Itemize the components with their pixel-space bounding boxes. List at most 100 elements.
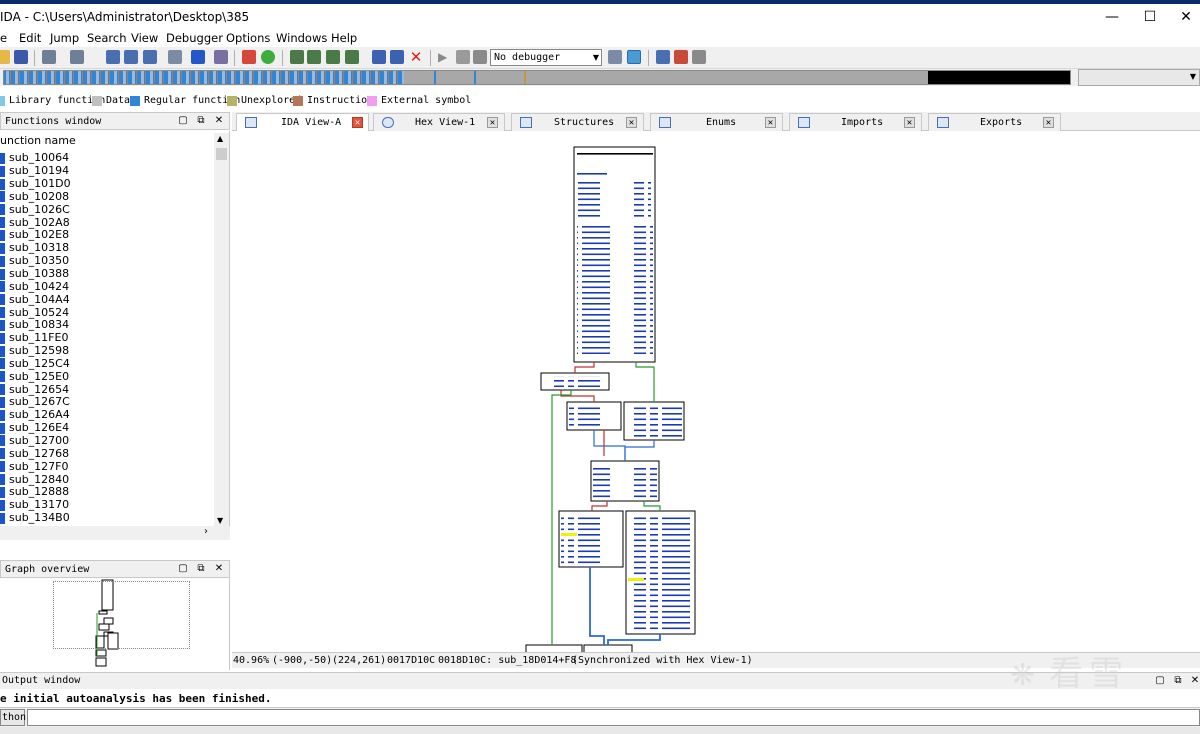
scroll-down-icon[interactable]: ▼ [217, 516, 223, 525]
tab-close-icon[interactable]: ✕ [487, 117, 498, 128]
tab-exports[interactable]: Exports ✕ [928, 113, 1061, 131]
find-binary-icon[interactable] [143, 50, 157, 64]
function-item[interactable]: sub_10388 [0, 268, 214, 281]
tab-close-icon[interactable]: ✕ [352, 117, 363, 128]
function-item[interactable]: sub_10834 [0, 319, 214, 332]
remove-icon[interactable] [372, 50, 386, 64]
step-icon[interactable] [608, 50, 622, 64]
graph-node[interactable] [583, 644, 633, 652]
function-item[interactable]: sub_127F0 [0, 460, 214, 473]
function-item[interactable]: sub_104A4 [0, 293, 214, 306]
back-arrow-icon[interactable] [42, 50, 56, 64]
graph-node[interactable] [573, 146, 656, 363]
python-language-button[interactable]: thon [0, 709, 26, 726]
menu-windows[interactable]: Windows [276, 31, 327, 45]
tab-hex-view-1[interactable]: Hex View-1 ✕ [373, 113, 505, 131]
scroll-up-icon[interactable]: ▲ [217, 134, 223, 143]
breakpoint-icon[interactable] [656, 50, 670, 64]
menu-view[interactable]: View [131, 31, 158, 45]
function-item[interactable]: sub_10194 [0, 165, 214, 178]
function-item[interactable]: sub_12768 [0, 447, 214, 460]
pause-icon[interactable] [456, 50, 470, 64]
forward-arrow-icon[interactable] [70, 50, 84, 64]
function-item[interactable]: sub_125E0 [0, 370, 214, 383]
settings-icon[interactable] [692, 50, 706, 64]
graph-node[interactable] [558, 510, 624, 568]
scrollbar-thumb[interactable] [216, 148, 227, 160]
function-item[interactable]: sub_11FE0 [0, 332, 214, 345]
tab-structures[interactable]: Structures ✕ [511, 113, 644, 131]
panel-float-icon[interactable]: ⧉ [195, 563, 207, 575]
function-item[interactable]: sub_1267C [0, 396, 214, 409]
tab-enums[interactable]: Enums ✕ [650, 113, 783, 131]
menu-options[interactable]: Options [226, 31, 270, 45]
function-item[interactable]: sub_12598 [0, 345, 214, 358]
function-item[interactable]: sub_12840 [0, 473, 214, 486]
function-item[interactable]: sub_126E4 [0, 422, 214, 435]
graph-node[interactable] [623, 401, 685, 441]
panel-close-icon[interactable]: ✕ [213, 115, 225, 127]
function-list-scrollbar[interactable]: ▲ ▼ [214, 133, 229, 526]
find-text-icon[interactable] [124, 50, 138, 64]
close-button[interactable]: ✕ [1166, 7, 1200, 27]
maximize-button[interactable]: ☐ [1130, 7, 1170, 27]
menu-help[interactable]: Help [331, 31, 357, 45]
menu-jump[interactable]: Jump [50, 31, 79, 45]
function-item[interactable]: sub_10424 [0, 280, 214, 293]
function-item[interactable]: sub_125C4 [0, 357, 214, 371]
green-circle-icon[interactable] [261, 50, 275, 64]
function-item[interactable]: sub_1026C [0, 203, 214, 216]
trace-icon[interactable] [627, 50, 641, 64]
tab-close-icon[interactable]: ✕ [904, 117, 915, 128]
find-icon[interactable] [106, 50, 120, 64]
graph-edit-icon[interactable] [326, 50, 340, 64]
search-arrow-icon[interactable] [214, 50, 228, 64]
graph-icon[interactable] [290, 50, 304, 64]
panel-close-icon[interactable]: ✕ [213, 563, 225, 575]
graph-node[interactable] [540, 372, 610, 391]
function-item[interactable]: sub_10064 [0, 152, 214, 165]
delete-red-x-icon[interactable]: ✕ [409, 50, 423, 65]
function-item[interactable]: sub_10524 [0, 306, 214, 319]
graph-node[interactable] [566, 401, 622, 431]
menu-debugger[interactable]: Debugger [166, 31, 223, 45]
function-item[interactable]: sub_13170 [0, 499, 214, 512]
function-item[interactable]: sub_102A8 [0, 216, 214, 229]
menu-file[interactable]: e [0, 31, 7, 45]
chart-icon[interactable] [242, 50, 256, 64]
function-list-hscrollbar[interactable]: › [0, 526, 230, 540]
graph-save-icon[interactable] [390, 50, 404, 64]
debugger-select[interactable]: No debugger ▼ [490, 49, 602, 66]
add-node-icon[interactable] [307, 50, 321, 64]
function-item[interactable]: sub_10318 [0, 242, 214, 255]
hex-icon[interactable] [168, 50, 182, 64]
function-item[interactable]: sub_12654 [0, 383, 214, 396]
graph-layout-icon[interactable] [345, 50, 359, 64]
graph-node[interactable] [590, 460, 660, 502]
menu-search[interactable]: Search [87, 31, 127, 45]
function-item[interactable]: sub_12700 [0, 434, 214, 448]
function-item[interactable]: sub_102E8 [0, 229, 214, 242]
minimize-button[interactable]: — [1092, 7, 1132, 27]
function-item[interactable]: sub_126A4 [0, 409, 214, 422]
navigation-bar[interactable] [3, 70, 1071, 85]
tab-close-icon[interactable]: ✕ [765, 117, 776, 128]
tab-imports[interactable]: Imports ✕ [789, 113, 922, 131]
tab-ida-view-a[interactable]: IDA View-A ✕ [236, 113, 369, 131]
open-icon[interactable] [0, 50, 10, 64]
function-item[interactable]: sub_12888 [0, 486, 214, 499]
panel-float-icon[interactable]: ⧉ [195, 115, 207, 127]
run-to-icon[interactable] [191, 50, 205, 64]
segment-select[interactable]: ▼ [1078, 69, 1200, 86]
function-item[interactable]: sub_101D0 [0, 178, 214, 191]
command-input[interactable] [27, 709, 1200, 726]
function-item[interactable]: sub_10350 [0, 255, 214, 268]
function-item[interactable]: sub_134B0 [0, 512, 214, 525]
tab-close-icon[interactable]: ✕ [1043, 117, 1054, 128]
graph-node[interactable] [625, 510, 696, 635]
tools-icon[interactable] [674, 50, 688, 64]
function-name-column-header[interactable]: unction name [0, 134, 76, 147]
panel-restore-icon[interactable]: ▢ [177, 115, 189, 127]
save-icon[interactable] [14, 50, 28, 64]
graph-node[interactable] [525, 644, 583, 652]
